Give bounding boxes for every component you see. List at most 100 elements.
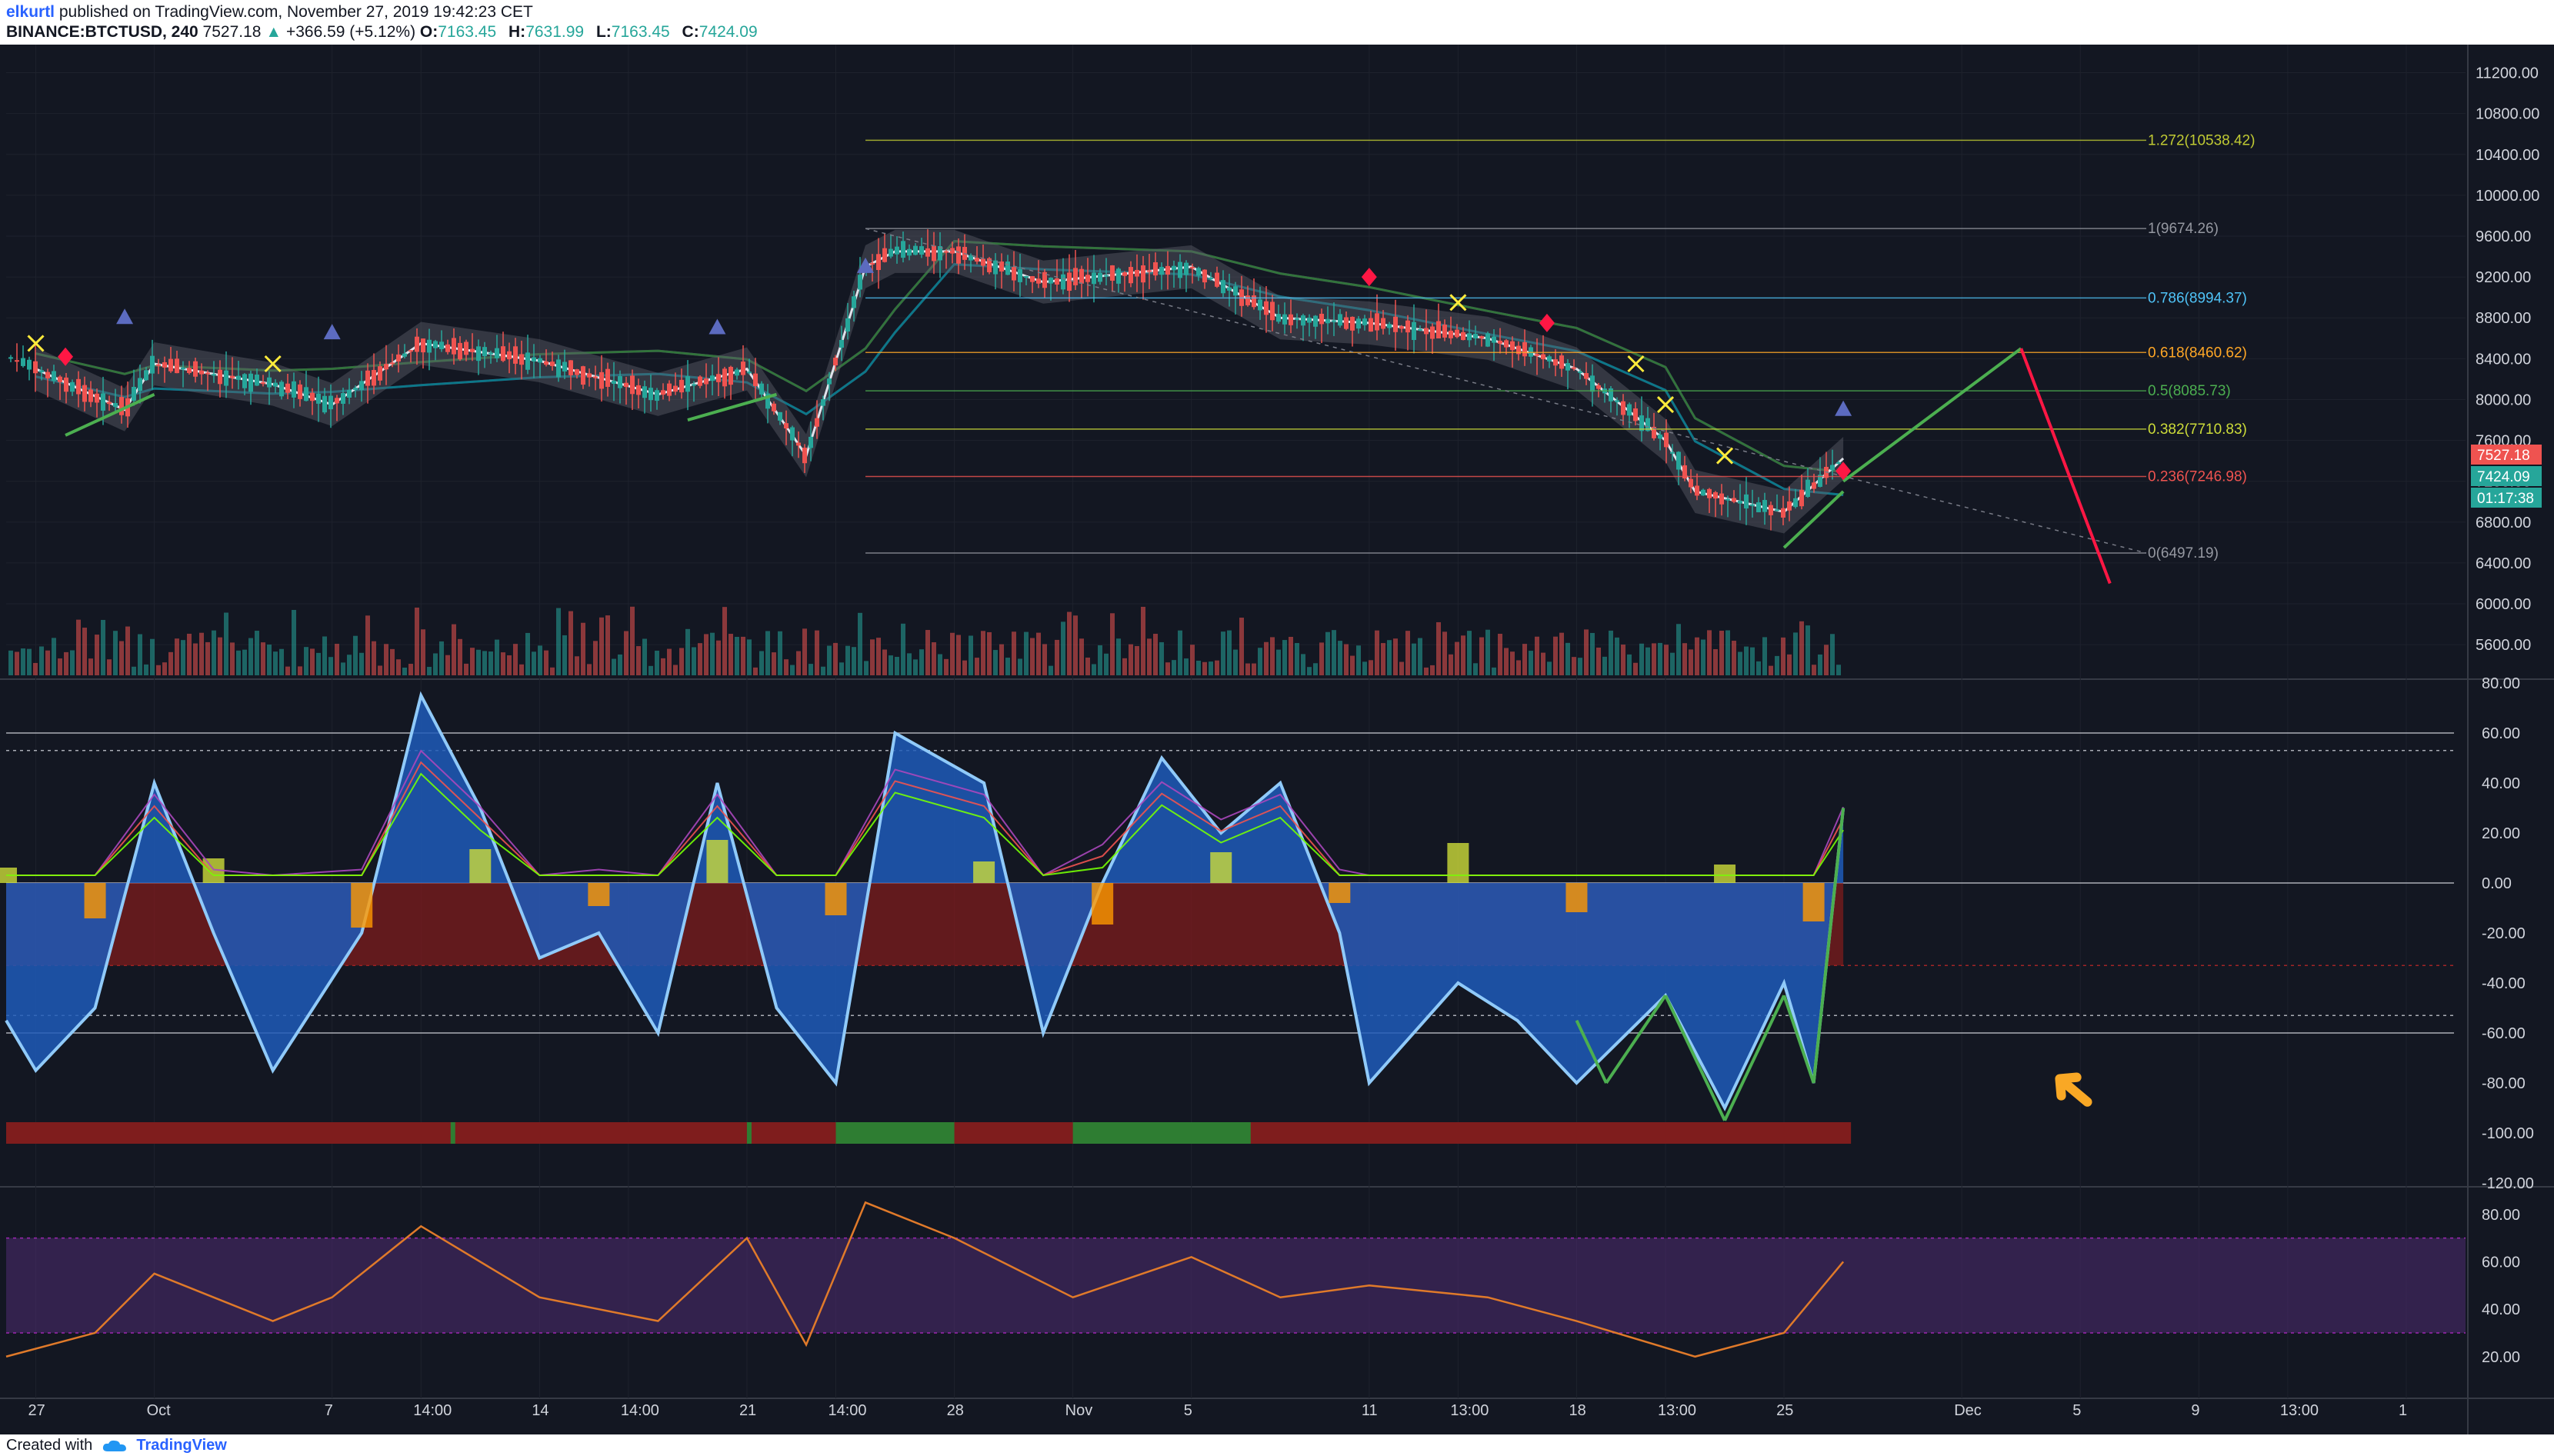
tradingview-brand[interactable]: TradingView	[136, 1437, 226, 1454]
price-tick-label[interactable]: 10000.00	[2476, 188, 2539, 205]
time-tick-label[interactable]: 13:00	[1450, 1402, 1489, 1419]
osc-tick-label[interactable]: 40.00	[2482, 775, 2520, 792]
price-tick-label[interactable]: 10400.00	[2476, 147, 2539, 164]
osc-tick-label[interactable]: -20.00	[2482, 925, 2526, 942]
volume-bar	[1381, 643, 1385, 675]
volume-bar	[1085, 657, 1090, 675]
rsi-panel[interactable]	[5, 1201, 2466, 1358]
chart-canvas[interactable]: 1.272(10538.42) 1(9674.26) 0.786(8994.37) 0…	[0, 45, 2554, 1434]
candle-body	[1436, 321, 1441, 338]
price-tick-label[interactable]: 8800.00	[2476, 310, 2531, 327]
price-tick-label[interactable]: 8400.00	[2476, 351, 2531, 368]
volume-bar	[1769, 665, 1773, 675]
price-tick-label[interactable]: 9200.00	[2476, 269, 2531, 286]
volume-bar	[1621, 645, 1625, 675]
time-tick-label[interactable]: 14:00	[621, 1402, 659, 1419]
volume-bar	[802, 628, 807, 675]
volume-bar	[1049, 665, 1053, 675]
volume-bar	[772, 652, 776, 675]
volume-bar	[1799, 621, 1804, 675]
candle-body	[482, 347, 487, 357]
volume-bar	[870, 639, 875, 675]
rsi-tick-label[interactable]: 60.00	[2482, 1254, 2520, 1271]
time-tick-label[interactable]: 1	[2399, 1402, 2407, 1419]
price-axis[interactable]: 11200.00 10800.00 10400.00 10000.00 9600.00 9…	[2476, 65, 2539, 1366]
time-tick-label[interactable]: 18	[1569, 1402, 1585, 1419]
volume-bar	[212, 630, 216, 675]
green-projection[interactable]	[1842, 347, 2022, 483]
price-panel[interactable]: 1.272(10538.42) 1(9674.26) 0.786(8994.37) 0…	[8, 132, 2255, 675]
time-tick-label[interactable]: 27	[28, 1402, 45, 1419]
osc-tick-label[interactable]: 80.00	[2482, 675, 2520, 692]
price-tick-label[interactable]: 6000.00	[2476, 596, 2531, 613]
time-tick-label[interactable]: 25	[1776, 1402, 1793, 1419]
price-tick-label[interactable]: 6800.00	[2476, 515, 2531, 531]
candle-body	[1338, 314, 1342, 326]
price-tick-label[interactable]: 10800.00	[2476, 106, 2539, 123]
price-tick-label[interactable]: 9600.00	[2476, 228, 2531, 245]
time-tick-label[interactable]: 21	[739, 1402, 756, 1419]
price-tick-label[interactable]: 5600.00	[2476, 637, 2531, 654]
candle-body	[408, 350, 413, 352]
osc-tick-label[interactable]: -80.00	[2482, 1075, 2526, 1092]
time-tick-label[interactable]: Oct	[147, 1402, 172, 1419]
candle-body	[193, 361, 198, 377]
volume-bar	[267, 645, 272, 675]
rsi-tick-label[interactable]: 40.00	[2482, 1301, 2520, 1318]
volume-bar	[1498, 633, 1502, 675]
osc-tick-label[interactable]: -60.00	[2482, 1025, 2526, 1042]
rsi-band	[6, 1238, 2466, 1333]
candle-body	[575, 369, 579, 375]
volume-bar	[1295, 643, 1299, 675]
time-tick-label[interactable]: 13:00	[2280, 1402, 2319, 1419]
volume-bar	[1467, 631, 1472, 675]
rsi-tick-label[interactable]: 20.00	[2482, 1349, 2520, 1366]
price-tick-label[interactable]: 8000.00	[2476, 391, 2531, 408]
volume-bar	[1818, 654, 1822, 675]
osc-tick-label[interactable]: -40.00	[2482, 975, 2526, 992]
volume-bar	[950, 632, 955, 675]
time-tick-label[interactable]: 5	[2072, 1402, 2081, 1419]
osc-tick-label[interactable]: 0.00	[2482, 875, 2512, 892]
osc-tick-label[interactable]: 60.00	[2482, 725, 2520, 742]
price-tick-label[interactable]: 11200.00	[2476, 65, 2539, 82]
time-axis[interactable]: 27 Oct 7 14:00 14 14:00 21 14:00 28 Nov 5 11 13:00 18…	[28, 1402, 2408, 1419]
volume-bar	[1369, 660, 1373, 675]
volume-bar	[1042, 644, 1047, 675]
candle-body	[649, 388, 653, 401]
low-key: L:	[595, 23, 612, 41]
time-tick-label[interactable]: Dec	[1954, 1402, 1982, 1419]
time-tick-label[interactable]: 11	[1362, 1402, 1378, 1419]
volume-bar	[729, 634, 733, 675]
rsi-tick-label[interactable]: 80.00	[2482, 1207, 2520, 1224]
time-tick-label[interactable]: 14:00	[413, 1402, 452, 1419]
buy-signal-icon	[1835, 400, 1852, 416]
candle-body	[544, 361, 548, 365]
status-strip-green	[835, 1122, 955, 1144]
price-tick-label[interactable]: 6400.00	[2476, 555, 2531, 572]
time-tick-label[interactable]: 7	[325, 1402, 333, 1419]
volume-bar	[882, 649, 887, 675]
time-tick-label[interactable]: 28	[947, 1402, 964, 1419]
candle-body	[1769, 505, 1773, 515]
time-tick-label[interactable]: 5	[1184, 1402, 1192, 1419]
volume-bar	[1252, 663, 1256, 675]
time-tick-label[interactable]: 14:00	[829, 1402, 867, 1419]
time-tick-label[interactable]: 9	[2191, 1402, 2199, 1419]
volume-bar	[845, 645, 850, 675]
volume-bar	[630, 606, 635, 675]
red-projection[interactable]	[2019, 348, 2112, 585]
volume-bar	[1338, 641, 1342, 675]
volume-bar	[1233, 649, 1238, 675]
author-link[interactable]: elkurtl	[6, 3, 55, 21]
time-tick-label[interactable]: Nov	[1065, 1402, 1093, 1419]
osc-tick-label[interactable]: -100.00	[2482, 1125, 2534, 1142]
osc-tick-label[interactable]: -120.00	[2482, 1175, 2534, 1192]
volume-bar	[181, 640, 185, 675]
time-tick-label[interactable]: 14	[532, 1402, 548, 1419]
chart-area[interactable]: 1.272(10538.42) 1(9674.26) 0.786(8994.37) 0…	[0, 45, 2554, 1434]
volume-bar	[1516, 660, 1521, 675]
candle-body	[261, 382, 265, 385]
osc-tick-label[interactable]: 20.00	[2482, 825, 2520, 842]
time-tick-label[interactable]: 13:00	[1658, 1402, 1696, 1419]
